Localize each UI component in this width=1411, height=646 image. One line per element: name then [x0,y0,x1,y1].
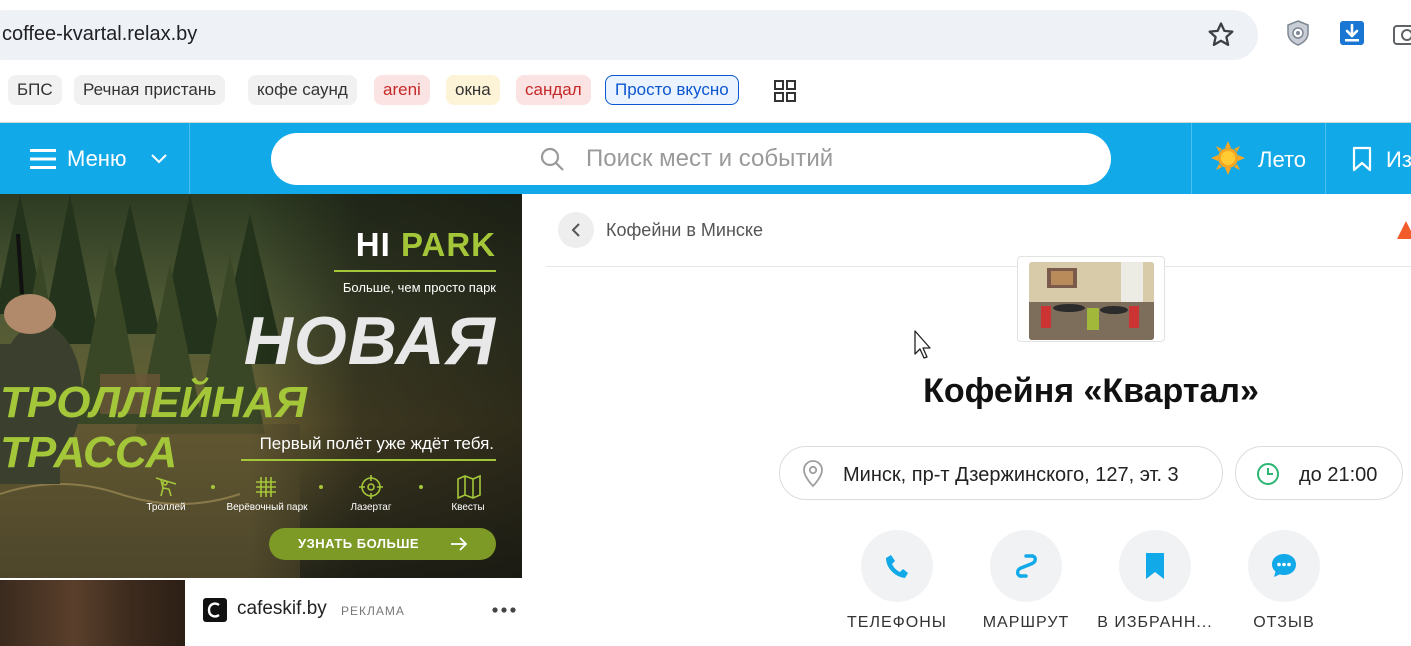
ad-dot [319,485,323,489]
add-to-favorites-button[interactable] [1119,530,1191,602]
search-input[interactable] [586,144,1066,174]
clock-icon [1257,463,1279,485]
ad-feature-quests: Квесты [451,502,485,513]
ad-tagline: Первый полёт уже ждёт тебя. [259,434,494,453]
ad-dot [419,485,423,489]
cafe-interior-picture [1029,262,1154,340]
ad-subtitle: Больше, чем просто парк [342,280,496,295]
address-bar[interactable]: coffee-kvartal.relax.by [0,10,1258,60]
place-title: Кофейня «Квартал» [923,372,1259,410]
rope-park-icon [256,477,276,497]
ad-card[interactable]: cafeskif.by РЕКЛАМА [185,578,522,646]
ad-learn-more-button[interactable]: УЗНАТЬ БОЛЬШЕ [269,528,496,560]
phone-icon [886,555,908,578]
bookmarks-bar: БПС Речная пристань кофе саунд areni окн… [0,72,1411,108]
favorites-action-label[interactable]: В ИЗБРАНН... [1085,614,1225,632]
ad-brand-park: PARK [400,226,496,263]
apps-grid-icon[interactable] [774,80,796,102]
bookmark-areni[interactable]: areni [374,75,430,105]
ad-headline-new: НОВАЯ [243,303,496,379]
chevron-down-icon [151,154,167,164]
arrow-right-icon [451,537,468,551]
address-text: Минск, пр-т Дзержинского, 127, эт. 3 [843,464,1179,486]
ad-divider-bottom [241,459,496,461]
warning-icon[interactable] [1396,220,1411,240]
bookmark-filled-icon [1146,553,1164,579]
quest-map-icon [457,474,481,500]
ad-brand: HI PARK [356,226,496,264]
season-button[interactable]: Лето [1191,123,1326,195]
search-box[interactable] [271,133,1111,185]
favorites-button[interactable]: Из [1326,123,1411,195]
ad-dot [211,485,215,489]
url-text[interactable]: coffee-kvartal.relax.by [2,23,197,46]
menu-label: Меню [67,146,127,171]
trolley-icon [155,477,177,497]
ad-feature-trolley: Троллей [146,502,186,513]
ad-divider-top [334,270,496,272]
chevron-left-icon [571,223,580,237]
search-icon [540,147,564,171]
lasertag-icon [359,475,383,499]
route-label[interactable]: МАРШРУТ [956,614,1096,632]
review-button[interactable] [1248,530,1320,602]
sun-icon [1211,141,1245,175]
route-icon [1015,554,1037,578]
breadcrumb-divider [546,266,1411,267]
site-header: Меню Лето Из [0,122,1411,195]
more-options-icon[interactable] [491,606,517,614]
bookmark-star-icon[interactable] [1206,20,1236,50]
back-button[interactable] [558,212,594,248]
ad-banner-hipark[interactable]: HI PARK Больше, чем просто парк НОВАЯ ТР… [0,194,522,578]
ad-brand-hi: HI [355,226,391,263]
bookmark-kofe-saund[interactable]: кофе саунд [248,75,357,105]
place-photo[interactable] [1017,256,1165,342]
place-panel: Кофейни в Минске Кофейня «Квартал» Минск… [522,194,1411,646]
hamburger-icon [30,149,56,169]
ad-feature-lasertag: Лазертаг [350,502,392,513]
review-label[interactable]: ОТЗЫВ [1214,614,1354,632]
phones-label[interactable]: ТЕЛЕФОНЫ [827,614,967,632]
ad-feature-rope-park: Верёвочный парк [226,502,308,513]
ad-headline-trolley: ТРОЛЛЕЙНАЯ ТРАССА [0,378,307,477]
ad-site-name[interactable]: cafeskif.by [237,598,327,620]
bookmark-icon [1352,146,1372,172]
ad-cta-label: УЗНАТЬ БОЛЬШЕ [298,536,420,551]
comment-icon [1272,554,1296,577]
hours-text: до 21:00 [1299,464,1378,486]
cafeskif-logo-icon [203,598,227,622]
shield-extension-icon[interactable] [1283,18,1313,48]
season-label: Лето [1258,147,1307,172]
breadcrumb[interactable]: Кофейни в Минске [606,220,763,241]
bookmark-prosto-vkusno[interactable]: Просто вкусно [605,75,739,105]
favorites-label: Из [1386,147,1411,172]
ad-label: РЕКЛАМА [341,604,405,618]
bookmark-okna[interactable]: окна [446,75,500,105]
place-photo-image [1029,262,1154,340]
camera-extension-icon[interactable] [1392,18,1411,48]
bookmark-rechnaya-pristan[interactable]: Речная пристань [74,75,226,105]
hours-pill[interactable]: до 21:00 [1235,446,1403,500]
menu-button[interactable]: Меню [0,123,190,195]
location-pin-icon [803,460,823,488]
address-pill[interactable]: Минск, пр-т Дзержинского, 127, эт. 3 [779,446,1223,500]
bookmark-bps[interactable]: БПС [8,75,62,105]
bookmark-sandal[interactable]: сандал [516,75,591,105]
mouse-cursor-icon [914,330,931,359]
phones-button[interactable] [861,530,933,602]
route-button[interactable] [990,530,1062,602]
ad-wood-image[interactable] [0,580,185,646]
download-icon[interactable] [1337,18,1367,48]
